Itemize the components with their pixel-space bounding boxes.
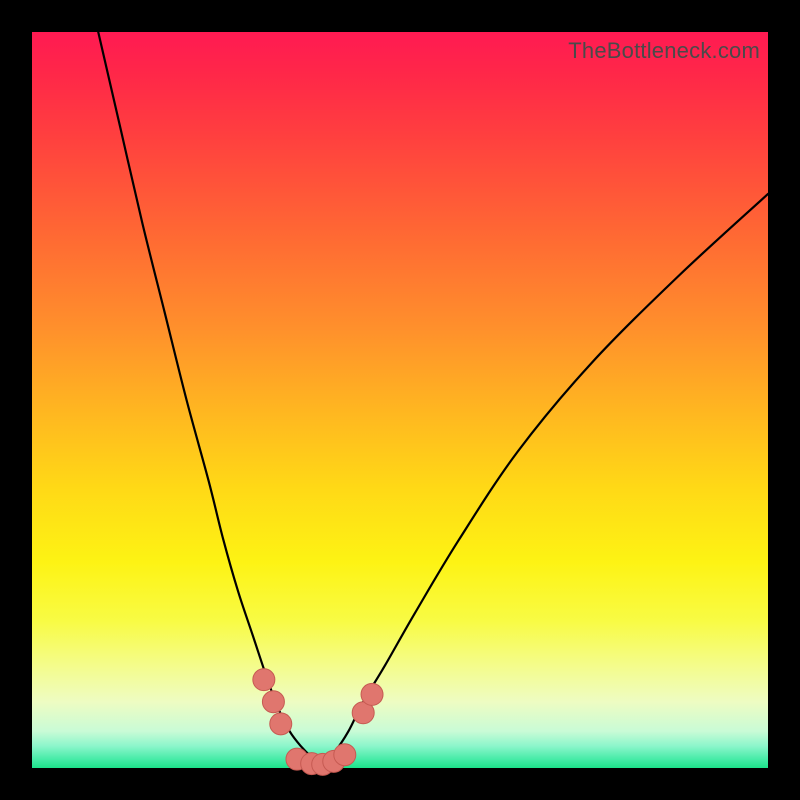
curve-marker (262, 691, 284, 713)
chart-svg (32, 32, 768, 768)
right-curve (323, 194, 768, 764)
curve-markers (253, 669, 383, 776)
curve-marker (361, 683, 383, 705)
curve-marker (270, 713, 292, 735)
plot-area: TheBottleneck.com (32, 32, 768, 768)
left-curve (98, 32, 322, 764)
curve-marker (334, 744, 356, 766)
chart-frame: TheBottleneck.com (0, 0, 800, 800)
curve-marker (253, 669, 275, 691)
